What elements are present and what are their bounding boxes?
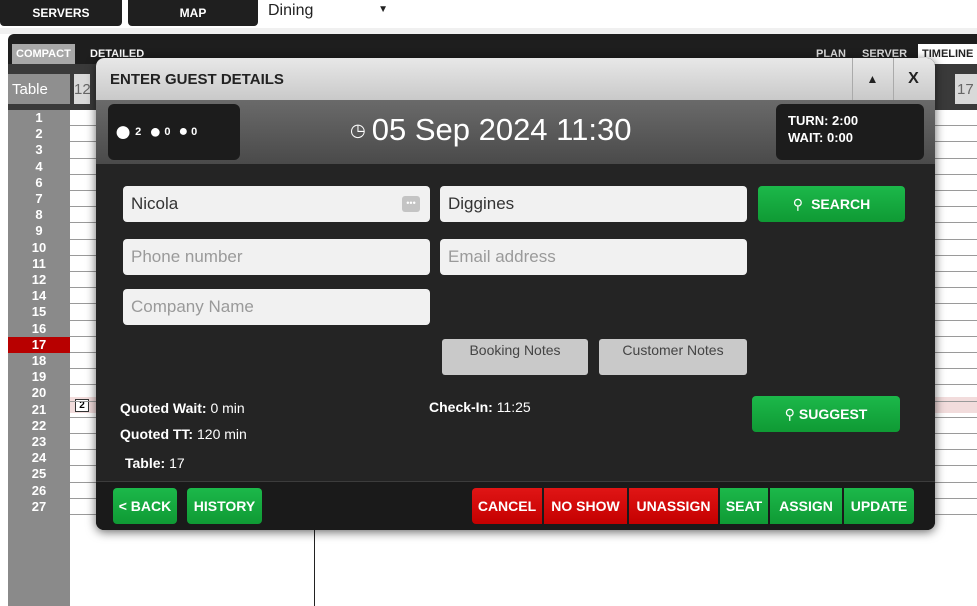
table-row[interactable]: 9 xyxy=(8,223,70,239)
table-row[interactable]: 18 xyxy=(8,353,70,369)
cancel-button[interactable]: CANCEL xyxy=(472,488,542,524)
party-size-box[interactable]: ● 2 ● 0 ● 0 xyxy=(108,104,240,160)
turn-wait-box: TURN: 2:00 WAIT: 0:00 xyxy=(776,104,924,160)
last-name-field[interactable]: Diggines xyxy=(440,186,747,222)
time-header-left: 12 xyxy=(74,74,91,104)
table-row[interactable]: 27 xyxy=(8,499,70,515)
table-list: 1 2 3 4 6 7 8 9 10 11 12 14 15 16 17 18 19 20 21 22 23 24 25 26… xyxy=(8,110,70,606)
baby-count: 0 xyxy=(191,126,198,138)
quoted-wait: Quoted Wait: 0 min xyxy=(120,400,245,416)
map-button[interactable]: MAP xyxy=(128,0,258,26)
booking-notes-button[interactable]: Booking Notes xyxy=(442,339,588,375)
top-toolbar: SERVERS MAP Dining ▼ xyxy=(0,0,977,28)
email-field[interactable]: Email address xyxy=(440,239,747,275)
table-row[interactable]: 25 xyxy=(8,466,70,482)
compact-view-tab[interactable]: COMPACT xyxy=(12,44,75,64)
table-row[interactable]: 23 xyxy=(8,434,70,450)
pin-icon: ⚲ xyxy=(784,405,795,422)
table-info: Table: 17 xyxy=(125,455,185,471)
table-row[interactable]: 24 xyxy=(8,450,70,466)
baby-icon: ● xyxy=(178,123,189,140)
search-button[interactable]: ⚲ SEARCH xyxy=(758,186,905,222)
first-name-field[interactable]: Nicola ••• xyxy=(123,186,430,222)
company-field[interactable]: Company Name xyxy=(123,289,430,325)
table-row[interactable]: 19 xyxy=(8,369,70,385)
dialog-footer: < BACK HISTORY CANCEL NO SHOW UNASSIGN S… xyxy=(96,481,935,530)
guest-details-dialog: ENTER GUEST DETAILS ▲ X ● 2 ● 0 ● 0 ◷ 05… xyxy=(96,58,935,530)
table-row[interactable]: 3 xyxy=(8,142,70,158)
quoted-tt: Quoted TT: 120 min xyxy=(120,426,247,442)
first-name-value: Nicola xyxy=(131,194,179,213)
area-select[interactable]: Dining ▼ xyxy=(262,0,392,22)
area-select-value: Dining xyxy=(268,2,314,19)
no-show-button[interactable]: NO SHOW xyxy=(544,488,627,524)
phone-field[interactable]: Phone number xyxy=(123,239,430,275)
adult-count: 2 xyxy=(135,126,142,138)
table-row[interactable]: 11 xyxy=(8,256,70,272)
unassign-button[interactable]: UNASSIGN xyxy=(629,488,718,524)
customer-notes-button[interactable]: Customer Notes xyxy=(599,339,747,375)
search-icon: ⚲ xyxy=(792,195,804,212)
dialog-title: ENTER GUEST DETAILS xyxy=(110,71,284,88)
child-icon: ● xyxy=(149,120,162,143)
table-row[interactable]: 15 xyxy=(8,304,70,320)
seat-button[interactable]: SEAT xyxy=(720,488,768,524)
table-row[interactable]: 1 xyxy=(8,110,70,126)
table-row[interactable]: 2 xyxy=(8,126,70,142)
table-row[interactable]: 7 xyxy=(8,191,70,207)
table-row[interactable]: 14 xyxy=(8,288,70,304)
table-row[interactable]: 17 xyxy=(8,336,70,353)
child-count: 0 xyxy=(164,126,171,138)
chevron-down-icon: ▼ xyxy=(378,4,388,15)
table-row[interactable]: 6 xyxy=(8,175,70,191)
history-button[interactable]: HISTORY xyxy=(187,488,262,524)
table-row[interactable]: 12 xyxy=(8,272,70,288)
table-row[interactable]: 10 xyxy=(8,240,70,256)
more-options-icon[interactable]: ••• xyxy=(402,196,420,212)
servers-button[interactable]: SERVERS xyxy=(0,0,122,26)
table-row[interactable]: 8 xyxy=(8,207,70,223)
wait-text: WAIT: 0:00 xyxy=(788,130,854,145)
booking-datetime[interactable]: ◷ 05 Sep 2024 11:30 xyxy=(350,112,631,148)
datetime-text: 05 Sep 2024 11:30 xyxy=(371,112,632,147)
dialog-header: ENTER GUEST DETAILS ▲ X xyxy=(96,58,935,100)
table-row[interactable]: 4 xyxy=(8,159,70,175)
assign-button[interactable]: ASSIGN xyxy=(770,488,842,524)
close-button[interactable]: X xyxy=(893,58,933,100)
table-row[interactable]: 16 xyxy=(8,321,70,337)
table-row[interactable]: 26 xyxy=(8,483,70,499)
time-header-right: 17 xyxy=(955,74,977,104)
table-row[interactable]: 20 xyxy=(8,385,70,401)
search-label: SEARCH xyxy=(811,196,871,212)
table-row[interactable]: 21 xyxy=(8,402,70,418)
turn-text: TURN: 2:00 xyxy=(788,113,859,128)
adult-icon: ● xyxy=(114,115,133,148)
back-button[interactable]: < BACK xyxy=(113,488,177,524)
table-row[interactable]: 22 xyxy=(8,418,70,434)
suggest-label: SUGGEST xyxy=(798,406,868,422)
suggest-button[interactable]: ⚲ SUGGEST xyxy=(752,396,900,432)
table-column-header: Table xyxy=(8,74,70,104)
collapse-button[interactable]: ▲ xyxy=(852,58,892,100)
clock-icon: ◷ xyxy=(350,119,366,140)
booking-summary-band: ● 2 ● 0 ● 0 ◷ 05 Sep 2024 11:30 TURN: 2:… xyxy=(96,100,935,164)
update-button[interactable]: UPDATE xyxy=(844,488,914,524)
check-in-info: Check-In: 11:25 xyxy=(429,399,531,415)
chevron-up-icon: ▲ xyxy=(866,72,879,86)
